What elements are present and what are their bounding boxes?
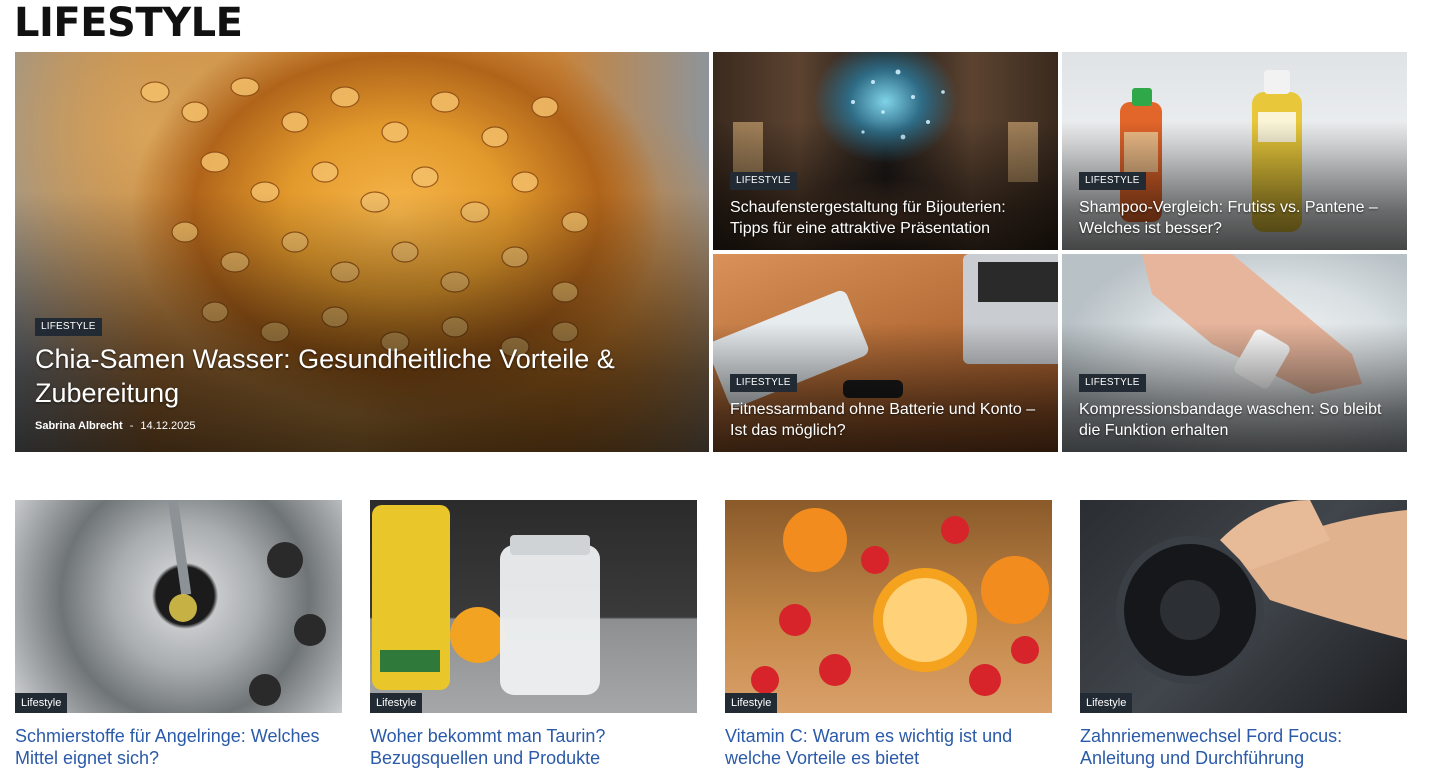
article-title-link[interactable]: Woher bekommt man Taurin? Bezugsquellen …: [370, 725, 697, 769]
meta-separator: -: [129, 420, 134, 432]
category-label[interactable]: Lifestyle: [15, 693, 68, 713]
article-title[interactable]: Schaufenstergestaltung für Bijouterien: …: [730, 197, 1045, 239]
featured-article-5[interactable]: LIFESTYLE Kompressionsbandage waschen: S…: [1062, 254, 1407, 452]
article-title-link[interactable]: Zahnriemenwechsel Ford Focus: Anleitung …: [1080, 725, 1407, 769]
image-gradient-overlay: [15, 192, 709, 452]
article-card: Lifestyle Woher bekommt man Taurin? Bezu…: [370, 500, 697, 769]
category-label[interactable]: Lifestyle: [725, 693, 778, 713]
article-meta: Sabrina Albrecht - 14.12.2025: [35, 420, 195, 432]
article-thumbnail[interactable]: Lifestyle: [15, 500, 342, 713]
article-card: Lifestyle Schmierstoffe für Angelringe: …: [15, 500, 342, 769]
category-badge[interactable]: LIFESTYLE: [730, 374, 797, 392]
article-thumbnail[interactable]: Lifestyle: [1080, 500, 1407, 713]
featured-article-4[interactable]: LIFESTYLE Fitnessarmband ohne Batterie u…: [713, 254, 1058, 452]
featured-article-main[interactable]: LIFESTYLE Chia-Samen Wasser: Gesundheitl…: [15, 52, 709, 452]
article-card: Lifestyle Vitamin C: Warum es wichtig is…: [725, 500, 1052, 769]
article-card: Lifestyle Zahnriemenwechsel Ford Focus: …: [1080, 500, 1407, 769]
article-thumbnail[interactable]: Lifestyle: [725, 500, 1052, 713]
article-title[interactable]: Kompressionsbandage waschen: So bleibt d…: [1079, 399, 1394, 441]
featured-article-2[interactable]: LIFESTYLE Schaufenstergestaltung für Bij…: [713, 52, 1058, 250]
article-title[interactable]: Chia-Samen Wasser: Gesundheitliche Vorte…: [35, 342, 635, 410]
article-title[interactable]: Fitnessarmband ohne Batterie und Konto –…: [730, 399, 1045, 441]
article-thumbnail[interactable]: Lifestyle: [370, 500, 697, 713]
category-badge[interactable]: LIFESTYLE: [1079, 374, 1146, 392]
category-badge[interactable]: LIFESTYLE: [1079, 172, 1146, 190]
article-date: 14.12.2025: [140, 420, 196, 432]
section-title: LIFESTYLE: [14, 0, 243, 46]
category-label[interactable]: Lifestyle: [370, 693, 423, 713]
article-title-link[interactable]: Vitamin C: Warum es wichtig ist und welc…: [725, 725, 1052, 769]
article-title-link[interactable]: Schmierstoffe für Angelringe: Welches Mi…: [15, 725, 342, 769]
featured-article-3[interactable]: LIFESTYLE Shampoo-Vergleich: Frutiss vs.…: [1062, 52, 1407, 250]
category-label[interactable]: Lifestyle: [1080, 693, 1133, 713]
article-author[interactable]: Sabrina Albrecht: [35, 420, 123, 432]
article-title[interactable]: Shampoo-Vergleich: Frutiss vs. Pantene –…: [1079, 197, 1394, 239]
category-badge[interactable]: LIFESTYLE: [35, 318, 102, 336]
category-badge[interactable]: LIFESTYLE: [730, 172, 797, 190]
